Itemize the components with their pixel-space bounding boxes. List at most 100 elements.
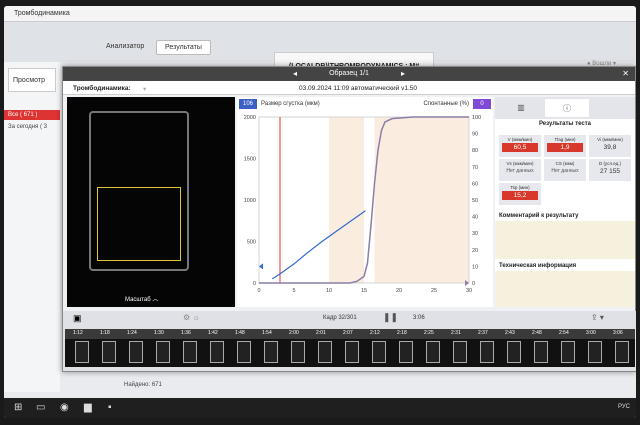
windows-icon[interactable]: ⊞: [14, 402, 26, 414]
result-cell: CS (мкм) Нет данных: [544, 159, 586, 181]
filter-today[interactable]: За сегодня ( 3: [4, 120, 60, 134]
frame-strip[interactable]: [65, 339, 635, 367]
frame-thumbnail[interactable]: [399, 341, 413, 363]
timeline-tick: 1:24: [127, 330, 137, 336]
timeline-tick: 2:01: [316, 330, 326, 336]
timeline-tick: 2:48: [532, 330, 542, 336]
tech-info-label[interactable]: Техническая информация: [499, 263, 576, 269]
info-icon[interactable]: ⓘ: [545, 99, 589, 117]
frame-thumbnail[interactable]: [345, 341, 359, 363]
results-panel: ▥ ⓘ Результаты теста V (мкм/мин) 60,5 Tlag…: [495, 97, 635, 307]
y2-tick-label: 0: [472, 281, 475, 287]
x-tick-label: 15: [361, 288, 367, 294]
frame-thumbnail[interactable]: [507, 341, 521, 363]
app-title-bar: Тромбодинамика: [4, 6, 636, 22]
frame-thumbnail[interactable]: [102, 341, 116, 363]
close-icon[interactable]: ✕: [622, 69, 629, 78]
dialog-header: ◂ Образец 1/1 ▸ ✕: [63, 67, 635, 81]
next-sample-icon[interactable]: ▸: [401, 69, 405, 78]
clot-growth-chart: 050010001500200001020304050607080901000 5…: [244, 115, 481, 294]
frame-thumbnail[interactable]: [156, 341, 170, 363]
result-value: 39,8: [603, 144, 617, 151]
scale-label[interactable]: Масштаб ︿: [125, 294, 158, 303]
y2-tick-label: 70: [472, 165, 478, 171]
frame-thumbnail[interactable]: [129, 341, 143, 363]
y2-tick-label: 80: [472, 148, 478, 154]
timeline-tick: 2:00: [289, 330, 299, 336]
roi-box[interactable]: [97, 187, 181, 261]
result-label: Tsp (мин): [510, 185, 530, 190]
result-value: Нет данных: [506, 168, 534, 174]
footer: Найдено: 671: [4, 378, 636, 394]
edge-icon[interactable]: ◉: [60, 402, 72, 414]
film-icon[interactable]: ▣: [73, 313, 82, 324]
folder-icon[interactable]: ▆: [84, 402, 96, 414]
frame-thumbnail[interactable]: [318, 341, 332, 363]
comment-field[interactable]: [495, 221, 635, 259]
chart-area: 106 Размер сгустка (мкм) Спонтанные (%) …: [237, 97, 493, 307]
y2-tick-label: 30: [472, 231, 478, 237]
frame-thumbnail[interactable]: [237, 341, 251, 363]
frame-thumbnail[interactable]: [615, 341, 629, 363]
result-cell: Tsp (мин) 15,2: [499, 183, 541, 205]
task-view-icon[interactable]: ▭: [36, 402, 48, 414]
result-value: Нет данных: [551, 168, 579, 174]
y-tick-label: 1500: [244, 157, 256, 163]
y-tick-label: 2000: [244, 115, 256, 121]
prev-sample-icon[interactable]: ◂: [293, 69, 297, 78]
frame-thumbnail[interactable]: [75, 341, 89, 363]
pause-icon[interactable]: ❚❚: [383, 312, 398, 323]
tab-analyzer[interactable]: Анализатор: [98, 40, 152, 53]
frame-thumbnail[interactable]: [210, 341, 224, 363]
comment-label: Комментарий к результату: [499, 213, 579, 219]
dialog-subheader: Тромбодинамика: ▾ 03.09.2024 11:09 автом…: [63, 81, 635, 95]
y2-tick-label: 60: [472, 181, 478, 187]
timeline: ▣ ⚙ ☼ Кадр 32/301 ❚❚ 3:06 ⇪ ▾ 1:12 1:18 1:…: [63, 311, 636, 371]
result-cell: Vs (мкм/мин) Нет данных: [499, 159, 541, 181]
test-type-select[interactable]: ▾: [143, 85, 146, 93]
frame-thumbnail[interactable]: [183, 341, 197, 363]
y2-tick-label: 50: [472, 198, 478, 204]
results-title: Результаты теста: [538, 121, 592, 127]
frame-thumbnail[interactable]: [534, 341, 548, 363]
filter-all[interactable]: Все ( 671 ): [4, 110, 60, 120]
timeline-tick: 2:12: [370, 330, 380, 336]
result-label: Vi (мкм/мин): [597, 137, 623, 142]
app-title: Тромбодинамика: [14, 10, 70, 17]
y2-tick-label: 40: [472, 215, 478, 221]
frame-thumbnail[interactable]: [426, 341, 440, 363]
x-tick-label: 20: [396, 288, 402, 294]
frame-thumbnail[interactable]: [264, 341, 278, 363]
result-label: CS (мкм): [555, 161, 575, 166]
result-label: Tlag (мин): [554, 137, 576, 142]
app-icon[interactable]: ▪: [108, 402, 120, 414]
x-tick-label: 10: [326, 288, 332, 294]
frame-thumbnail[interactable]: [453, 341, 467, 363]
timeline-tick: 2:43: [505, 330, 515, 336]
language-indicator[interactable]: РУС: [618, 404, 630, 410]
taskbar: ⊞ ▭ ◉ ▆ ▪ РУС: [4, 398, 636, 418]
highlight-band: [329, 117, 364, 283]
timeline-tick: 1:12: [73, 330, 83, 336]
frame-thumbnail[interactable]: [480, 341, 494, 363]
bar-chart-icon[interactable]: ▥: [499, 99, 543, 117]
frame-thumbnail[interactable]: [372, 341, 386, 363]
frame-thumbnail[interactable]: [588, 341, 602, 363]
view-button[interactable]: Просмотр: [8, 68, 56, 92]
y2-tick-label: 10: [472, 264, 478, 270]
spont-axis-label: Спонтанные (%): [423, 101, 469, 107]
frame-thumbnail[interactable]: [561, 341, 575, 363]
settings-icon[interactable]: ⚙ ☼: [183, 313, 200, 322]
spont-badge: 0: [473, 99, 491, 109]
chart-header: 106 Размер сгустка (мкм) Спонтанные (%) …: [237, 97, 493, 111]
frame-thumbnail[interactable]: [291, 341, 305, 363]
export-icon[interactable]: ⇪ ▾: [591, 313, 604, 322]
y-tick-label: 1000: [244, 198, 256, 204]
timeline-tick: 2:54: [559, 330, 569, 336]
y-marker-icon: [259, 263, 263, 270]
result-label: Vs (мкм/мин): [506, 161, 534, 166]
tab-results[interactable]: Результаты: [156, 40, 211, 55]
current-time: 3:06: [413, 315, 425, 321]
timeline-ruler[interactable]: 1:12 1:18 1:24 1:30 1:36 1:42 1:48 1:54 2:00 2:01…: [65, 329, 635, 339]
screen: Тромбодинамика Анализатор Результаты (LO…: [4, 6, 636, 418]
